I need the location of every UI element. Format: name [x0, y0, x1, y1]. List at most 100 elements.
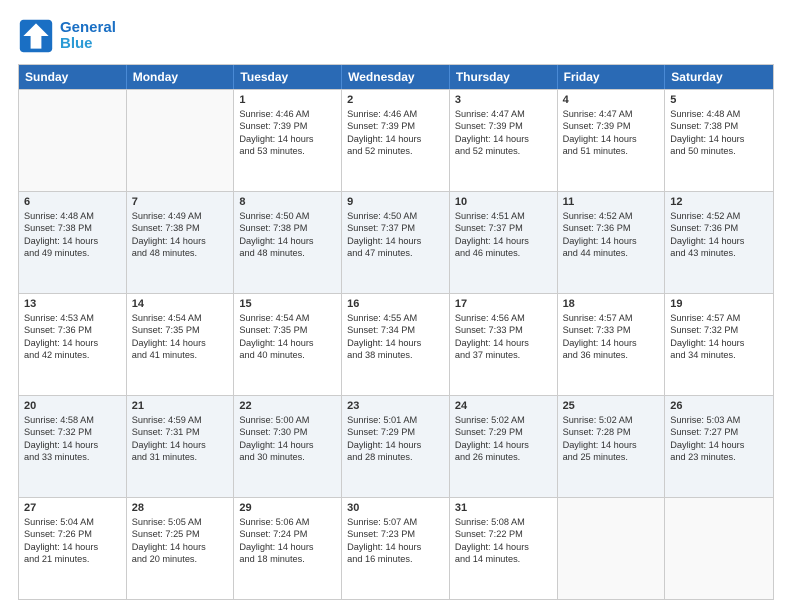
day-info: Sunrise: 4:46 AM — [347, 108, 444, 120]
calendar-day-6: 6Sunrise: 4:48 AMSunset: 7:38 PMDaylight… — [19, 192, 127, 293]
day-number: 31 — [455, 502, 552, 514]
day-info: Sunrise: 5:01 AM — [347, 414, 444, 426]
day-info: Daylight: 14 hours — [455, 439, 552, 451]
calendar-day-13: 13Sunrise: 4:53 AMSunset: 7:36 PMDayligh… — [19, 294, 127, 395]
day-info: Sunset: 7:26 PM — [24, 528, 121, 540]
weekday-header: Monday — [127, 65, 235, 89]
day-info: Daylight: 14 hours — [670, 133, 768, 145]
day-info: and 36 minutes. — [563, 349, 660, 361]
day-info: Sunset: 7:22 PM — [455, 528, 552, 540]
day-info: Sunset: 7:34 PM — [347, 324, 444, 336]
day-info: Daylight: 14 hours — [24, 439, 121, 451]
calendar-day-empty — [19, 90, 127, 191]
calendar-day-5: 5Sunrise: 4:48 AMSunset: 7:38 PMDaylight… — [665, 90, 773, 191]
day-info: Sunset: 7:37 PM — [347, 222, 444, 234]
calendar-day-9: 9Sunrise: 4:50 AMSunset: 7:37 PMDaylight… — [342, 192, 450, 293]
day-info: Daylight: 14 hours — [24, 541, 121, 553]
weekday-header: Saturday — [665, 65, 773, 89]
calendar-day-11: 11Sunrise: 4:52 AMSunset: 7:36 PMDayligh… — [558, 192, 666, 293]
day-number: 25 — [563, 400, 660, 412]
day-info: Daylight: 14 hours — [24, 337, 121, 349]
calendar-day-16: 16Sunrise: 4:55 AMSunset: 7:34 PMDayligh… — [342, 294, 450, 395]
day-info: Sunset: 7:31 PM — [132, 426, 229, 438]
day-info: Sunrise: 4:48 AM — [670, 108, 768, 120]
calendar-day-17: 17Sunrise: 4:56 AMSunset: 7:33 PMDayligh… — [450, 294, 558, 395]
day-info: and 16 minutes. — [347, 553, 444, 565]
day-info: Sunset: 7:33 PM — [455, 324, 552, 336]
day-number: 27 — [24, 502, 121, 514]
day-number: 20 — [24, 400, 121, 412]
calendar-day-8: 8Sunrise: 4:50 AMSunset: 7:38 PMDaylight… — [234, 192, 342, 293]
calendar-day-20: 20Sunrise: 4:58 AMSunset: 7:32 PMDayligh… — [19, 396, 127, 497]
day-info: Sunrise: 4:54 AM — [239, 312, 336, 324]
day-info: Sunrise: 4:50 AM — [239, 210, 336, 222]
calendar-day-23: 23Sunrise: 5:01 AMSunset: 7:29 PMDayligh… — [342, 396, 450, 497]
day-info: Sunset: 7:36 PM — [563, 222, 660, 234]
day-info: Sunrise: 5:06 AM — [239, 516, 336, 528]
day-info: and 38 minutes. — [347, 349, 444, 361]
day-info: Daylight: 14 hours — [239, 541, 336, 553]
day-info: Daylight: 14 hours — [347, 337, 444, 349]
calendar-day-24: 24Sunrise: 5:02 AMSunset: 7:29 PMDayligh… — [450, 396, 558, 497]
day-number: 12 — [670, 196, 768, 208]
day-info: Sunset: 7:39 PM — [239, 120, 336, 132]
day-number: 18 — [563, 298, 660, 310]
day-info: Sunset: 7:25 PM — [132, 528, 229, 540]
day-info: and 31 minutes. — [132, 451, 229, 463]
day-info: Sunset: 7:38 PM — [24, 222, 121, 234]
day-number: 29 — [239, 502, 336, 514]
calendar-day-26: 26Sunrise: 5:03 AMSunset: 7:27 PMDayligh… — [665, 396, 773, 497]
day-number: 8 — [239, 196, 336, 208]
calendar-day-15: 15Sunrise: 4:54 AMSunset: 7:35 PMDayligh… — [234, 294, 342, 395]
day-number: 5 — [670, 94, 768, 106]
day-info: and 28 minutes. — [347, 451, 444, 463]
day-info: and 37 minutes. — [455, 349, 552, 361]
day-number: 11 — [563, 196, 660, 208]
day-info: Daylight: 14 hours — [670, 337, 768, 349]
calendar-day-14: 14Sunrise: 4:54 AMSunset: 7:35 PMDayligh… — [127, 294, 235, 395]
day-info: and 48 minutes. — [132, 247, 229, 259]
day-info: Sunrise: 4:50 AM — [347, 210, 444, 222]
day-info: Sunrise: 4:48 AM — [24, 210, 121, 222]
day-number: 15 — [239, 298, 336, 310]
day-number: 4 — [563, 94, 660, 106]
day-info: Daylight: 14 hours — [239, 337, 336, 349]
day-info: Daylight: 14 hours — [455, 337, 552, 349]
calendar-day-empty — [558, 498, 666, 599]
calendar-day-1: 1Sunrise: 4:46 AMSunset: 7:39 PMDaylight… — [234, 90, 342, 191]
calendar-day-25: 25Sunrise: 5:02 AMSunset: 7:28 PMDayligh… — [558, 396, 666, 497]
logo: General Blue — [18, 18, 116, 54]
day-info: and 42 minutes. — [24, 349, 121, 361]
day-info: and 53 minutes. — [239, 145, 336, 157]
day-info: and 21 minutes. — [24, 553, 121, 565]
calendar-day-empty — [665, 498, 773, 599]
day-info: Sunrise: 5:02 AM — [563, 414, 660, 426]
day-info: Daylight: 14 hours — [670, 235, 768, 247]
day-info: and 44 minutes. — [563, 247, 660, 259]
day-info: Sunrise: 4:47 AM — [563, 108, 660, 120]
day-info: Daylight: 14 hours — [563, 133, 660, 145]
day-info: and 47 minutes. — [347, 247, 444, 259]
page: General Blue SundayMondayTuesdayWednesda… — [0, 0, 792, 612]
calendar-day-30: 30Sunrise: 5:07 AMSunset: 7:23 PMDayligh… — [342, 498, 450, 599]
day-info: Sunset: 7:27 PM — [670, 426, 768, 438]
day-info: Daylight: 14 hours — [24, 235, 121, 247]
day-info: Sunset: 7:30 PM — [239, 426, 336, 438]
day-info: Daylight: 14 hours — [347, 541, 444, 553]
day-info: and 43 minutes. — [670, 247, 768, 259]
day-info: and 33 minutes. — [24, 451, 121, 463]
calendar-day-3: 3Sunrise: 4:47 AMSunset: 7:39 PMDaylight… — [450, 90, 558, 191]
day-number: 10 — [455, 196, 552, 208]
calendar-day-empty — [127, 90, 235, 191]
weekday-header: Thursday — [450, 65, 558, 89]
calendar-header: SundayMondayTuesdayWednesdayThursdayFrid… — [19, 65, 773, 89]
day-info: Daylight: 14 hours — [347, 439, 444, 451]
day-info: and 20 minutes. — [132, 553, 229, 565]
day-number: 21 — [132, 400, 229, 412]
day-info: and 18 minutes. — [239, 553, 336, 565]
calendar-day-21: 21Sunrise: 4:59 AMSunset: 7:31 PMDayligh… — [127, 396, 235, 497]
day-info: Sunset: 7:35 PM — [132, 324, 229, 336]
calendar-week: 1Sunrise: 4:46 AMSunset: 7:39 PMDaylight… — [19, 89, 773, 191]
calendar-day-12: 12Sunrise: 4:52 AMSunset: 7:36 PMDayligh… — [665, 192, 773, 293]
day-info: Sunrise: 4:51 AM — [455, 210, 552, 222]
